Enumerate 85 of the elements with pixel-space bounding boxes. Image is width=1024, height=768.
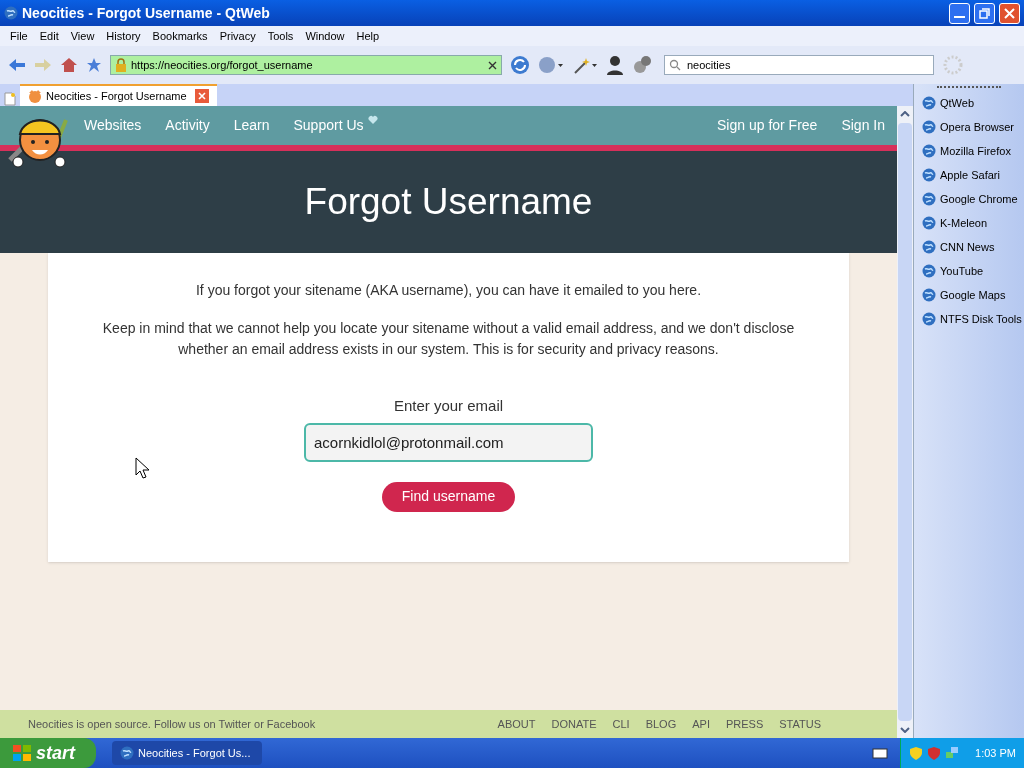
- close-icon: [1004, 7, 1015, 19]
- new-tab-icon: [4, 92, 16, 106]
- bookmark-item[interactable]: QtWeb: [922, 94, 1024, 112]
- scroll-down-icon: [900, 727, 910, 733]
- globe-icon: [922, 312, 936, 326]
- page-title: Forgot Username: [304, 180, 593, 225]
- person-icon: [606, 55, 624, 75]
- close-icon: [197, 92, 206, 100]
- menu-item[interactable]: History: [100, 27, 147, 45]
- minimize-icon: [954, 16, 965, 18]
- maximize-icon: [979, 7, 990, 19]
- menu-item[interactable]: Tools: [261, 27, 300, 45]
- email-field[interactable]: acornkidlol@protonmail.com: [304, 422, 593, 462]
- window-title: Neocities - Forgot Username - QtWeb: [22, 3, 271, 23]
- globe-icon: [922, 288, 936, 302]
- globe-icon: [922, 264, 936, 278]
- refresh-icon: [510, 55, 530, 75]
- shield-icon: [909, 746, 923, 760]
- menu-item[interactable]: Privacy: [213, 27, 262, 45]
- email-label: Enter your email: [393, 396, 504, 416]
- bookmark-item[interactable]: CNN News: [922, 238, 1024, 256]
- close-button[interactable]: [999, 2, 1020, 24]
- globe-icon: [922, 192, 936, 206]
- globe-icon: [922, 120, 936, 134]
- bookmark-item[interactable]: Google Chrome: [922, 190, 1024, 208]
- footer-text: Neocities is open source. Follow us on Twitter or Facebook: [28, 716, 316, 732]
- find-username-button[interactable]: Find username: [381, 481, 516, 512]
- scroll-up-icon: [900, 111, 910, 117]
- privacy-note: Keep in mind that we cannot help you locate your sitename without a valid email address, and we don't disclose whether an email address exists in our system. This is for security and privacy reasons.: [101, 319, 796, 359]
- search-text: neocities: [687, 57, 732, 73]
- search-icon: [669, 59, 683, 71]
- back-icon: [8, 58, 26, 72]
- close-tab-icon[interactable]: [194, 89, 209, 103]
- browser-tab[interactable]: Neocities - Forgot Username: [20, 84, 217, 106]
- address-text: https://neocities.org/forgot_username: [131, 57, 314, 73]
- loading-icon: [942, 54, 964, 76]
- minimize-button[interactable]: [949, 2, 970, 24]
- bookmark-item[interactable]: K-Meleon: [922, 214, 1024, 232]
- heart-icon: [367, 115, 378, 124]
- bookmark-item[interactable]: Apple Safari: [922, 166, 1024, 184]
- globe-menu-icon: [538, 55, 564, 75]
- app-icon: [120, 746, 134, 760]
- globe-icon: [922, 144, 936, 158]
- bookmark-item[interactable]: YouTube: [922, 262, 1024, 280]
- footer-link[interactable]: DONATE: [551, 715, 597, 733]
- footer-link[interactable]: BLOG: [645, 715, 677, 733]
- bookmark-item[interactable]: Google Maps: [922, 286, 1024, 304]
- scrollbar[interactable]: [897, 106, 913, 738]
- taskbar-button[interactable]: Neocities - Forgot Us...: [112, 741, 262, 765]
- intro-text: If you forgot your sitename (AKA username), you can have it emailed to you here.: [195, 281, 701, 300]
- address-bar[interactable]: https://neocities.org/forgot_username: [110, 55, 502, 75]
- keyboard-icon: [872, 747, 888, 759]
- footer-link[interactable]: STATUS: [779, 715, 821, 733]
- globe-icon: [922, 96, 936, 110]
- start-button[interactable]: start: [0, 738, 96, 768]
- network-icon: [945, 746, 959, 760]
- menu-item[interactable]: Help: [350, 27, 386, 45]
- clear-icon: [488, 60, 497, 70]
- globe-icon: [922, 168, 936, 182]
- clock: 1:03 PM: [975, 745, 1016, 761]
- mouse-cursor-icon: [135, 457, 149, 479]
- app-icon: [4, 6, 18, 20]
- bookmark-item[interactable]: Opera Browser: [922, 118, 1024, 136]
- footer-link[interactable]: PRESS: [725, 715, 764, 733]
- menu-item[interactable]: Bookmarks: [146, 27, 214, 45]
- footer-link[interactable]: API: [692, 715, 710, 733]
- globe-icon: [922, 240, 936, 254]
- windows-logo-icon: [12, 744, 32, 762]
- lock-icon: [115, 58, 127, 72]
- shield-icon: [927, 746, 941, 760]
- footer-link[interactable]: ABOUT: [497, 715, 536, 733]
- maximize-button[interactable]: [974, 2, 995, 24]
- bookmark-item[interactable]: NTFS Disk Tools: [922, 310, 1024, 328]
- globe-icon: [922, 216, 936, 230]
- search-field[interactable]: neocities: [664, 55, 934, 75]
- scroll-thumb[interactable]: [898, 123, 912, 721]
- bookmark-item[interactable]: Mozilla Firefox: [922, 142, 1024, 160]
- home-icon: [60, 57, 78, 73]
- star-icon: [86, 57, 102, 73]
- menu-item[interactable]: View: [64, 27, 101, 45]
- menu-item[interactable]: Window: [299, 27, 351, 45]
- menu-item[interactable]: Edit: [33, 27, 65, 45]
- forward-icon: [34, 58, 52, 72]
- menu-item[interactable]: File: [4, 27, 34, 45]
- footer-link[interactable]: CLI: [612, 715, 630, 733]
